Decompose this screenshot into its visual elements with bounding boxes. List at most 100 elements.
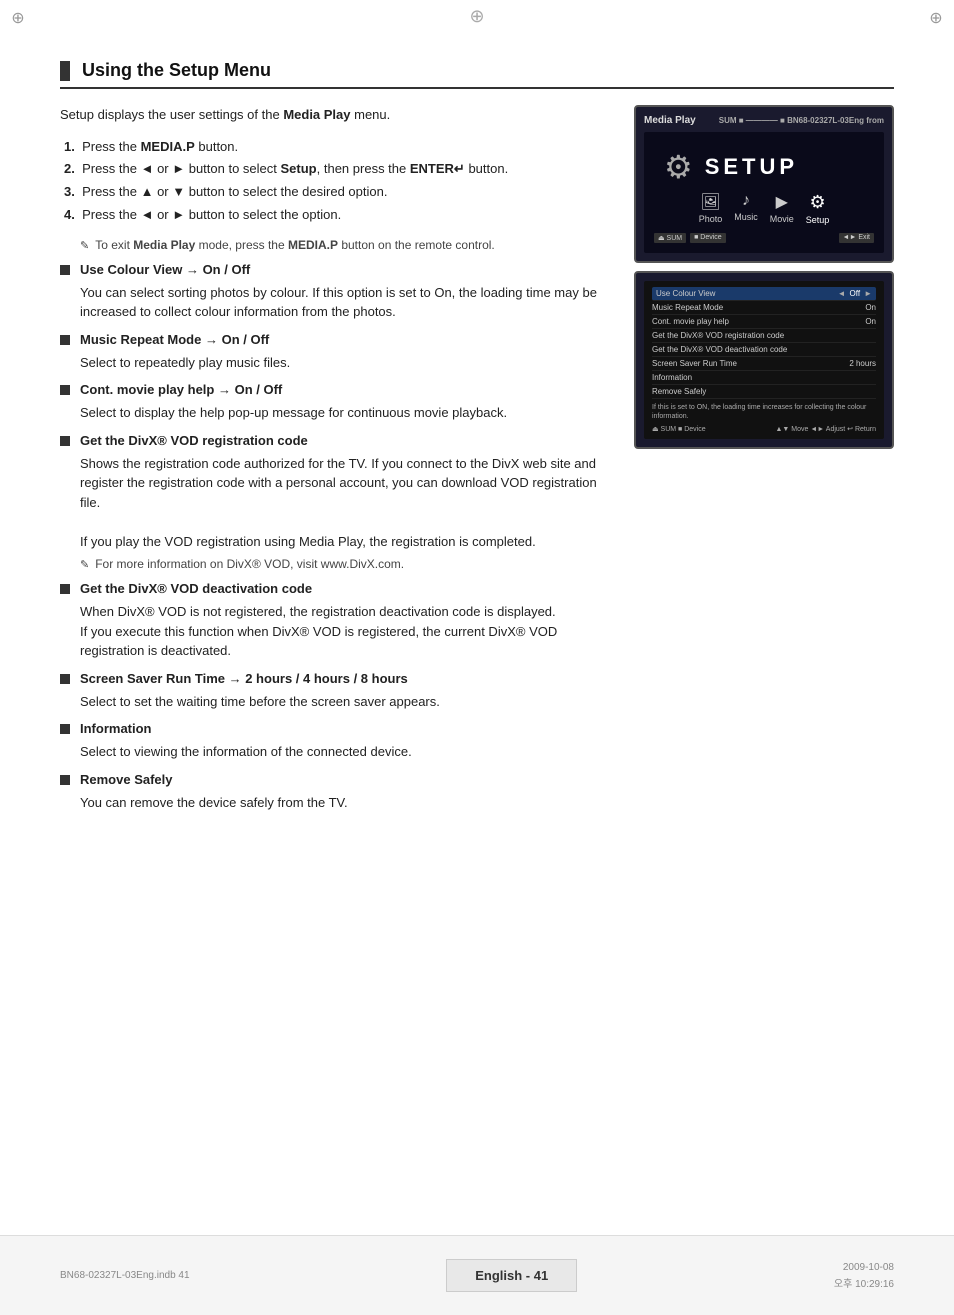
settings-row-colour-view: Use Colour View ◄ Off ► [652,287,876,301]
divx-deact-label: Get the DivX® VOD deactivation code [652,345,787,354]
bullet-cont-movie: Cont. movie play help → On / Off [60,382,614,397]
bullet-square-icon [60,724,70,734]
colour-view-value: Off [850,289,861,298]
bullet-colour-view-title: Use Colour View → On / Off [80,262,250,277]
bullet-square-icon [60,775,70,785]
bullet-divx-reg: Get the DivX® VOD registration code [60,433,614,448]
settings-row-cont-movie: Cont. movie play help On [652,315,876,329]
cont-movie-value: On [865,317,876,326]
tv-screen-1-header: Media Play SUM ■ ―――― ■ BN68-02327L-03En… [644,115,884,126]
step-3: 3. Press the ▲ or ▼ button to select the… [60,182,614,203]
section-title: Using the Setup Menu [60,60,894,89]
setup-title-text: SETUP [705,154,798,180]
setup-icons-row: 🖼 Photo ♪ Music ▶ Movie ⚙ [654,192,874,225]
settings-menu: Use Colour View ◄ Off ► Music Repeat Mod… [644,281,884,439]
screenshot-col: Media Play SUM ■ ―――― ■ BN68-02327L-03En… [634,105,894,457]
settings-nav-bar: ⏏ SUM ■ Device ▲▼ Move ◄► Adjust ↩ Retur… [652,425,876,433]
setup-icon-photo: 🖼 Photo [699,192,723,225]
screen1-device-label: ■ Device [690,233,726,243]
screen1-title-right: SUM ■ ―――― ■ BN68-02327L-03Eng from [719,116,884,125]
bullet-information-body: Select to viewing the information of the… [80,742,614,762]
bullet-square-icon [60,674,70,684]
bullet-divx-deact: Get the DivX® VOD deactivation code [60,581,614,596]
colour-view-val: ◄ Off ► [838,289,872,298]
settings-row-screen-saver: Screen Saver Run Time 2 hours [652,357,876,371]
bullet-screen-saver-body: Select to set the waiting time before th… [80,692,614,712]
page-footer: BN68-02327L-03Eng.indb 41 English - 41 2… [0,1235,954,1315]
setup-icon-music: ♪ Music [734,192,758,225]
bullet-cont-movie-body: Select to display the help pop-up messag… [80,403,614,423]
settings-row-music-repeat: Music Repeat Mode On [652,301,876,315]
step-1: 1. Press the MEDIA.P button. [60,137,614,158]
screen-saver-value: 2 hours [849,359,876,368]
bullet-square-icon [60,584,70,594]
footer-file-info: BN68-02327L-03Eng.indb 41 [60,1270,190,1281]
bullet-cont-movie-title: Cont. movie play help → On / Off [80,382,282,397]
bullet-divx-deact-title: Get the DivX® VOD deactivation code [80,581,312,596]
bullet-colour-view: Use Colour View → On / Off [60,262,614,277]
footer-date: 2009-10-08 [843,1262,894,1273]
remove-safely-label: Remove Safely [652,387,706,396]
information-label: Information [652,373,692,382]
bullet-music-repeat-body: Select to repeatedly play music files. [80,353,614,373]
setup-icon-setup: ⚙ Setup [806,192,830,225]
note-divx-vod: ✎ For more information on DivX® VOD, vis… [80,557,614,571]
section-title-text: Using the Setup Menu [82,60,271,81]
bullet-divx-reg-title: Get the DivX® VOD registration code [80,433,308,448]
footer-time: 오후 10:29:16 [834,1275,894,1290]
bullet-remove-safely-title: Remove Safely [80,772,173,787]
bullet-divx-deact-body: When DivX® VOD is not registered, the re… [80,602,614,661]
setup-screen: ⚙ SETUP 🖼 Photo ♪ Music ▶ [644,132,884,253]
bullet-information-title: Information [80,721,152,736]
bullet-square-icon [60,335,70,345]
intro-text: Setup displays the user settings of the … [60,105,614,125]
bullet-music-repeat-title: Music Repeat Mode → On / Off [80,332,269,347]
arrow-left-icon: ◄ [838,289,846,298]
settings-row-remove-safely: Remove Safely [652,385,876,399]
settings-nav-left: ⏏ SUM ■ Device [652,425,706,433]
steps-list: 1. Press the MEDIA.P button. 2. Press th… [60,137,614,226]
divx-reg-label: Get the DivX® VOD registration code [652,331,784,340]
setup-gear-icon: ⚙ [664,148,693,186]
note-text: To exit Media Play mode, press the MEDIA… [95,238,495,252]
settings-row-information: Information [652,371,876,385]
settings-nav-right: ▲▼ Move ◄► Adjust ↩ Return [776,425,877,433]
step-2: 2. Press the ◄ or ► button to select Set… [60,159,614,180]
bullet-music-repeat: Music Repeat Mode → On / Off [60,332,614,347]
tv-screen-2: Use Colour View ◄ Off ► Music Repeat Mod… [634,271,894,449]
bullet-screen-saver-title: Screen Saver Run Time → 2 hours / 4 hour… [80,671,408,686]
two-col-layout: Setup displays the user settings of the … [60,105,894,818]
bullet-colour-view-body: You can select sorting photos by colour.… [80,283,614,322]
music-repeat-label: Music Repeat Mode [652,303,723,312]
page-content: Using the Setup Menu Setup displays the … [0,0,954,918]
section-title-bar [60,61,70,81]
note-icon: ✎ [80,558,89,571]
settings-row-divx-reg: Get the DivX® VOD registration code [652,329,876,343]
footer-page-number: English - 41 [446,1259,577,1292]
footer-datetime: 2009-10-08 오후 10:29:16 [834,1262,894,1290]
note-divx-text: For more information on DivX® VOD, visit… [95,557,404,571]
bullet-square-icon [60,436,70,446]
colour-view-label: Use Colour View [656,289,715,298]
settings-row-divx-deact: Get the DivX® VOD deactivation code [652,343,876,357]
bullet-remove-safely-body: You can remove the device safely from th… [80,793,614,813]
setup-icon-movie: ▶ Movie [770,192,794,225]
bullet-square-icon [60,385,70,395]
screen-saver-label: Screen Saver Run Time [652,359,737,368]
bullet-square-icon [60,265,70,275]
bullet-remove-safely: Remove Safely [60,772,614,787]
screen1-bottom-bar: ⏏ SUM ■ Device ◄► Exit [654,233,874,243]
settings-note: If this is set to ON, the loading time i… [652,403,876,421]
screen1-sum-label: ⏏ SUM [654,233,686,243]
bullet-information: Information [60,721,614,736]
bullet-divx-reg-body: Shows the registration code authorized f… [80,454,614,552]
arrow-right-icon: ► [864,289,872,298]
note-icon: ✎ [80,239,89,252]
main-content: Setup displays the user settings of the … [60,105,614,818]
bullet-screen-saver: Screen Saver Run Time → 2 hours / 4 hour… [60,671,614,686]
note-media-play-exit: ✎ To exit Media Play mode, press the MED… [80,238,614,252]
tv-screen-1: Media Play SUM ■ ―――― ■ BN68-02327L-03En… [634,105,894,263]
music-repeat-value: On [865,303,876,312]
step-4: 4. Press the ◄ or ► button to select the… [60,205,614,226]
screen1-title-left: Media Play [644,115,696,126]
